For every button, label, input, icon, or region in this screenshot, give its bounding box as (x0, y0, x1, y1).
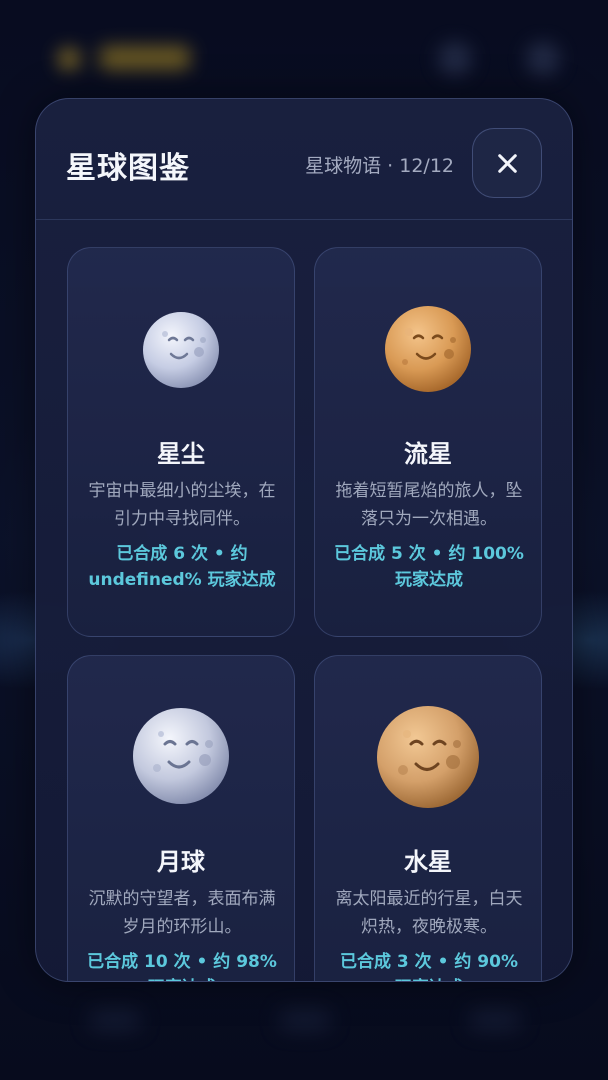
app-screen: 星球图鉴 星球物语 · 12/12 星尘 宇宙中最细小的尘埃，在引力中寻找同伴。… (0, 0, 608, 1080)
planet-catalog-modal: 星球图鉴 星球物语 · 12/12 星尘 宇宙中最细小的尘埃，在引力中寻找同伴。… (35, 98, 573, 982)
planet-name: 水星 (404, 848, 452, 876)
planet-description: 沉默的守望者，表面布满岁月的环形山。 (88, 889, 276, 937)
background-footer-item (470, 1010, 520, 1030)
moon-face-icon (143, 312, 219, 388)
modal-header: 星球图鉴 星球物语 · 12/12 (36, 99, 572, 220)
planet-card-mercury[interactable]: 水星 离太阳最近的行星，白天炽热，夜晚极寒。 已合成 3 次 • 约 90% 玩… (314, 655, 542, 981)
orange-planet-face-icon (385, 306, 471, 392)
collection-progress: 星球物语 · 12/12 (305, 155, 454, 177)
moon-face-icon (133, 708, 229, 804)
planet-name: 星尘 (157, 440, 205, 468)
planet-name: 月球 (157, 848, 205, 876)
planet-description: 离太阳最近的行星，白天炽热，夜晚极寒。 (335, 889, 523, 937)
close-icon (473, 129, 541, 197)
background-title (100, 46, 190, 70)
planet-card-moon[interactable]: 月球 沉默的守望者，表面布满岁月的环形山。 已合成 10 次 • 约 98% 玩… (67, 655, 295, 981)
background-footer (0, 990, 608, 1080)
planet-card-stardust[interactable]: 星尘 宇宙中最细小的尘埃，在引力中寻找同伴。 已合成 6 次 • 约 undef… (67, 247, 295, 637)
planet-card-meteor[interactable]: 流星 拖着短暂尾焰的旅人，坠落只为一次相遇。 已合成 5 次 • 约 100% … (314, 247, 542, 637)
close-button[interactable] (472, 128, 542, 198)
background-header (0, 0, 608, 110)
planet-stat: 已合成 5 次 • 约 100% 玩家达成 (334, 544, 524, 590)
planet-stat: 已合成 6 次 • 约 undefined% 玩家达成 (88, 544, 276, 590)
modal-title: 星球图鉴 (66, 151, 190, 186)
planet-description: 拖着短暂尾焰的旅人，坠落只为一次相遇。 (335, 481, 523, 529)
planet-name: 流星 (404, 440, 452, 468)
background-footer-item (90, 1010, 140, 1030)
background-button (438, 42, 472, 76)
mercury-face-icon (377, 706, 479, 808)
background-logo-icon (58, 48, 80, 70)
planet-stat: 已合成 10 次 • 约 98% 玩家达成 (87, 952, 277, 981)
background-footer-item (280, 1010, 330, 1030)
planet-stat: 已合成 3 次 • 约 90% 玩家达成 (340, 952, 518, 981)
background-button (526, 42, 560, 76)
planet-description: 宇宙中最细小的尘埃，在引力中寻找同伴。 (88, 481, 276, 529)
